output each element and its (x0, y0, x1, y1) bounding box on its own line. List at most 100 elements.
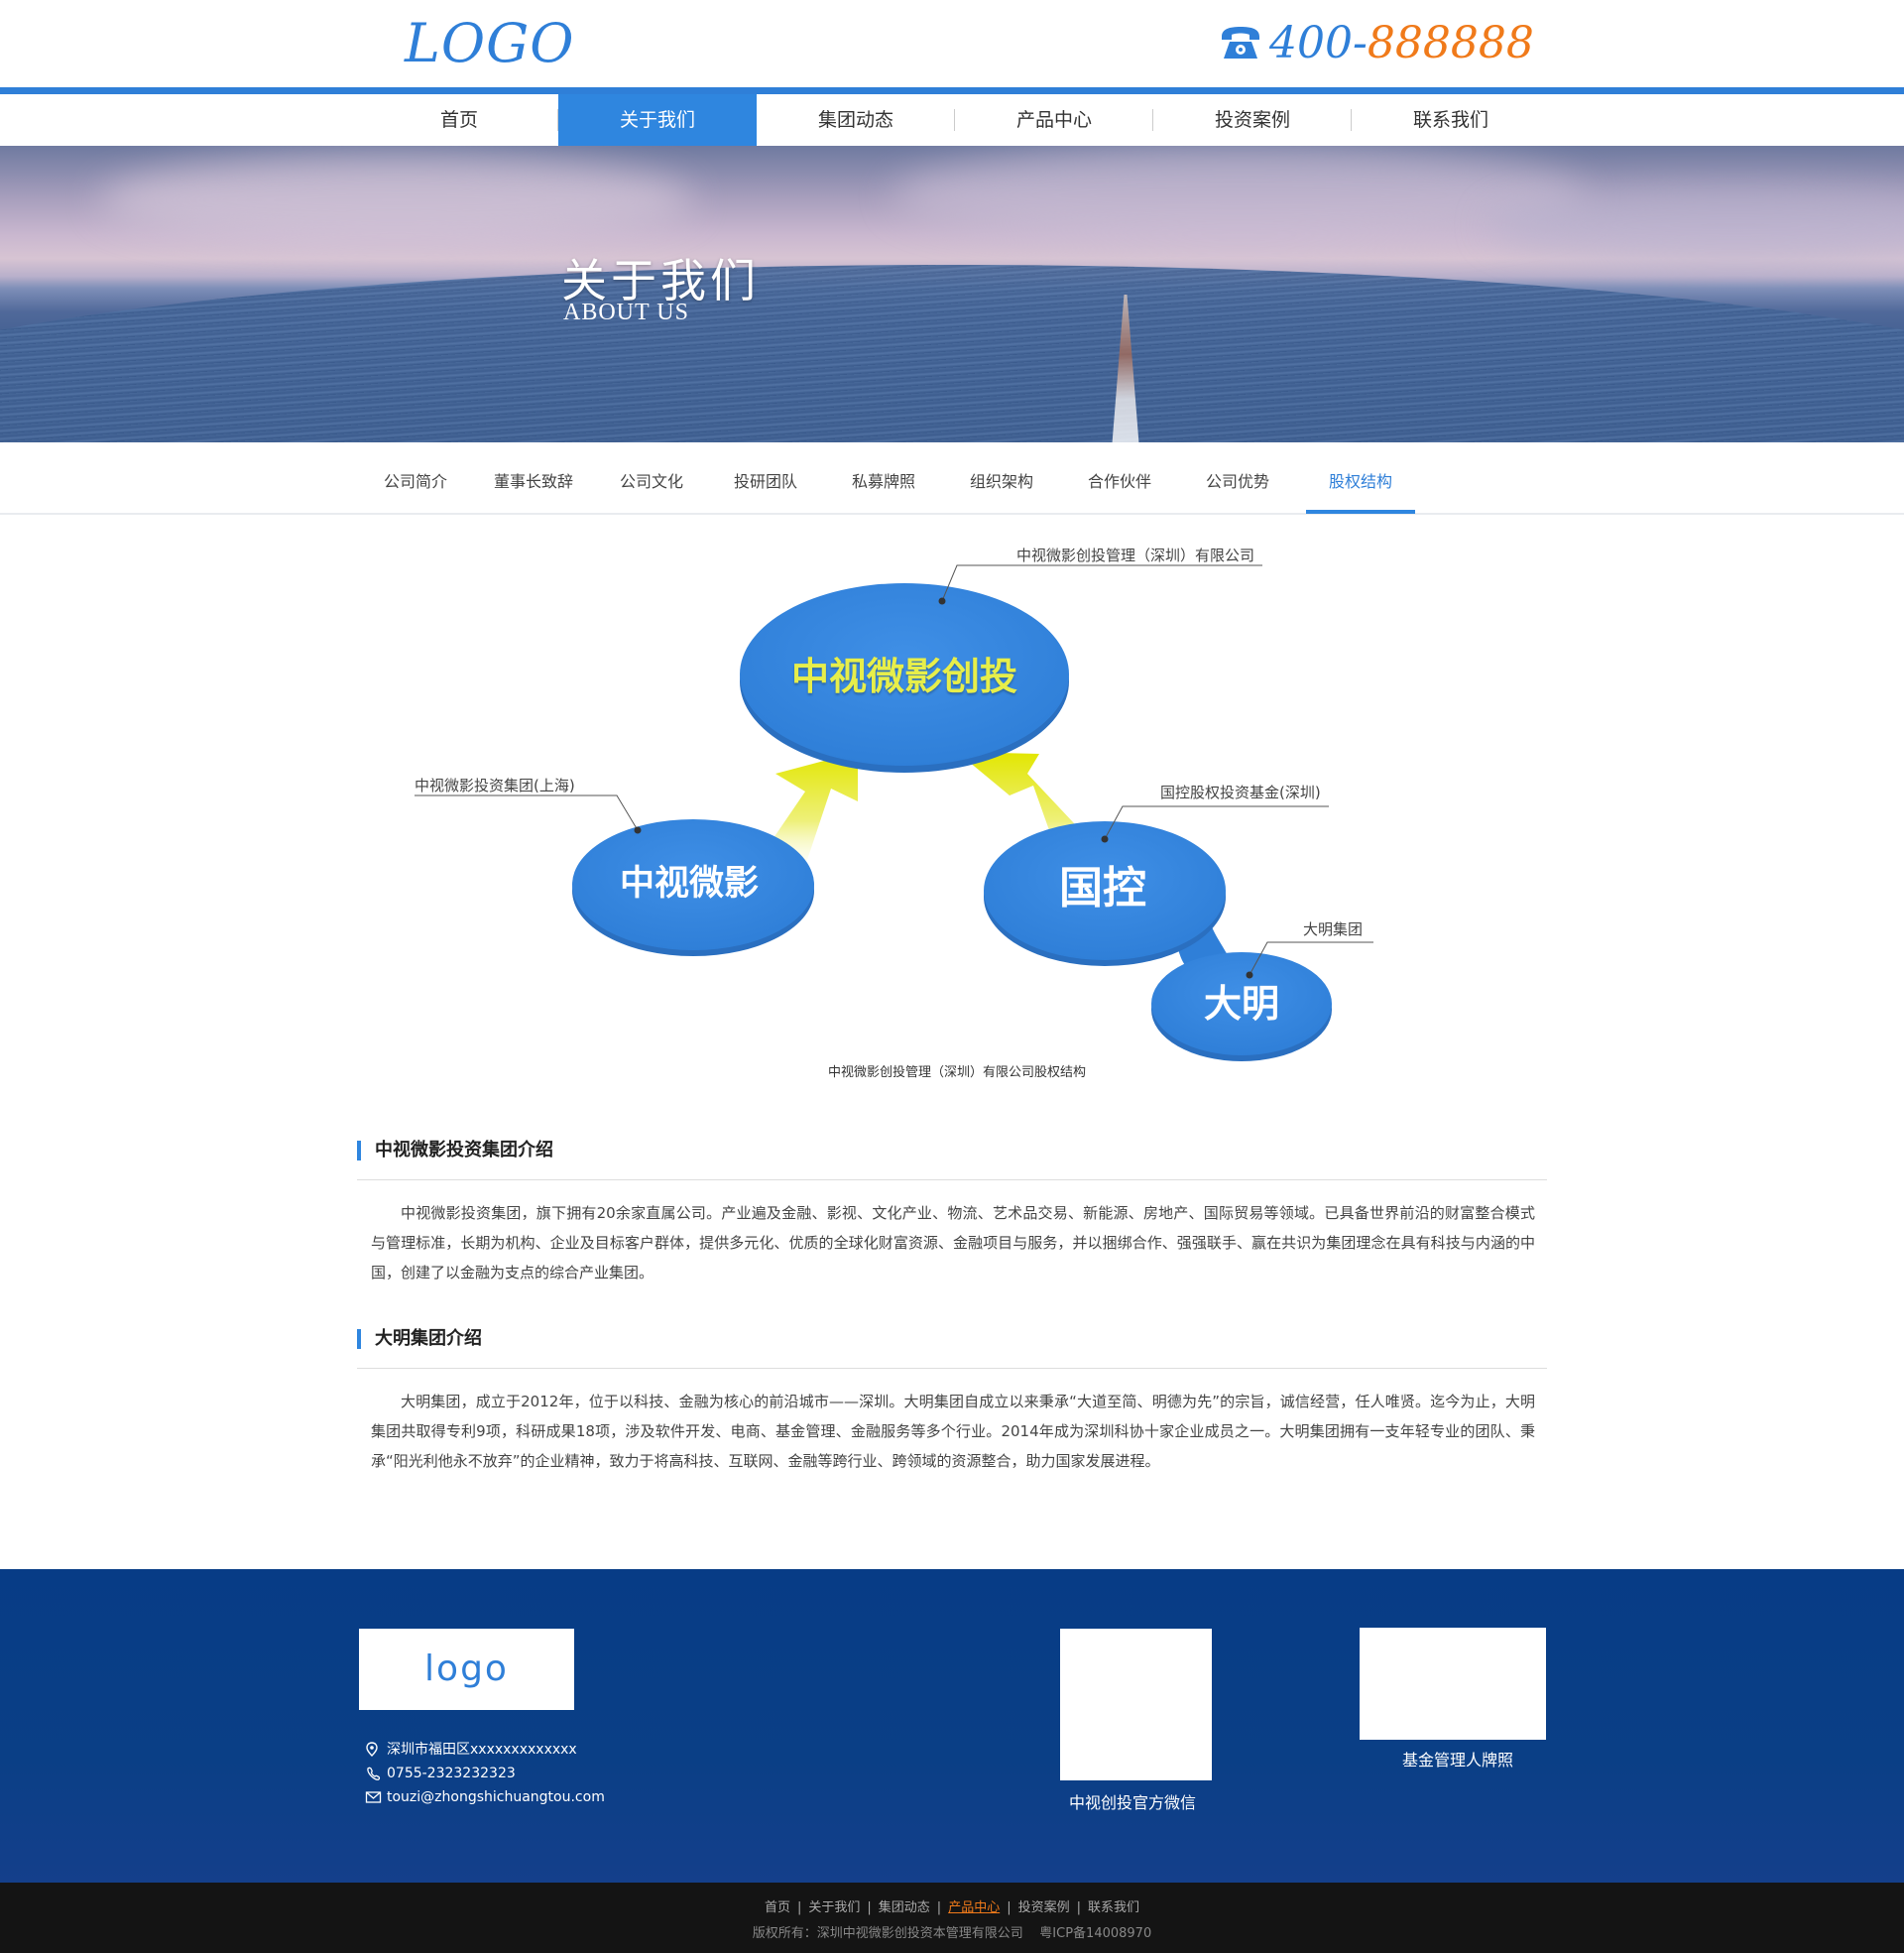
location-pin-icon (366, 1742, 378, 1757)
banner-sea (0, 265, 1904, 442)
nav-label: 产品中心 (1015, 109, 1092, 131)
callout-right-text: 国控股权投资基金(深圳) (1160, 784, 1321, 801)
link-divider: | (796, 1900, 802, 1915)
subnav-label: 股权结构 (1328, 472, 1392, 491)
subnav-item-advantages[interactable]: 公司优势 (1179, 442, 1296, 514)
phone-icon (1222, 27, 1259, 59)
nav-item-products[interactable]: 产品中心 (955, 94, 1153, 146)
subnav-label: 公司简介 (383, 472, 447, 491)
phone-number: 888888 (1367, 18, 1534, 68)
subnav-label: 投研团队 (733, 472, 797, 491)
bottom-link-contact[interactable]: 联系我们 (1088, 1900, 1139, 1915)
footer-email[interactable]: touzi@zhongshichuangtou.com (387, 1785, 605, 1809)
section-title: 中视微影投资集团介绍 (357, 1133, 1547, 1180)
node-bottom-label: 大明 (1204, 982, 1279, 1026)
hotline: 400- 888888 (1218, 14, 1534, 73)
subnav-item-culture[interactable]: 公司文化 (596, 442, 707, 514)
callout-line-left (415, 794, 639, 831)
phone-handset-icon (367, 1767, 381, 1780)
section-heading: 中视微影投资集团介绍 (375, 1140, 553, 1160)
equity-structure-diagram: 中视微影创投 中视微影 国控 大明 中视微影创投管理（深圳）有限公司 中视微影投… (357, 536, 1398, 1081)
callout-top-text: 中视微影创投管理（深圳）有限公司 (1016, 547, 1255, 564)
banner-subtitle: ABOUT US (563, 300, 689, 325)
link-divider: | (867, 1900, 872, 1915)
subnav-label: 合作伙伴 (1087, 472, 1151, 491)
footer-contact-info: 深圳市福田区xxxxxxxxxxxxx 0755-2323232323 touz… (365, 1738, 605, 1809)
footer-address: 深圳市福田区xxxxxxxxxxxxx (387, 1742, 577, 1758)
footer-email-row: touzi@zhongshichuangtou.com (365, 1785, 605, 1809)
subnav-item-equity[interactable]: 股权结构 (1306, 442, 1415, 514)
bottom-link-products[interactable]: 产品中心 (948, 1900, 1000, 1915)
header-divider (0, 87, 1904, 94)
node-right-label: 国控 (1059, 863, 1146, 914)
main-nav: 首页 关于我们 集团动态 产品中心 投资案例 联系我们 (360, 94, 1550, 146)
hero-banner: 关于我们 ABOUT US (0, 146, 1904, 442)
footer-logo[interactable]: logo (359, 1629, 574, 1710)
bottom-bar: 首页 | 关于我们 | 集团动态 | 产品中心 | 投资案例 | 联系我们 版权所有：深圳中视微影创… (0, 1883, 1904, 1953)
section-title: 大明集团介绍 (357, 1321, 1547, 1369)
node-left-label: 中视微影 (620, 864, 759, 904)
callout-dot-top (938, 597, 946, 605)
subnav-item-profile[interactable]: 公司简介 (360, 442, 471, 514)
callout-left-text: 中视微影投资集团(上海) (415, 777, 575, 794)
bottom-link-cases[interactable]: 投资案例 (1018, 1900, 1070, 1915)
nav-label: 关于我们 (619, 109, 695, 131)
site-footer: logo 深圳市福田区xxxxxxxxxxxxx 0755-2323232323… (0, 1569, 1904, 1883)
callout-dot-left (634, 826, 642, 834)
subnav-label: 公司优势 (1205, 472, 1269, 491)
banner-cloud (99, 156, 694, 245)
subnav-label: 组织架构 (969, 472, 1033, 491)
section-title-bar (357, 1141, 361, 1160)
section-heading: 大明集团介绍 (375, 1328, 482, 1349)
link-divider: | (1007, 1900, 1012, 1915)
link-divider: | (1076, 1900, 1081, 1915)
subnav-label: 董事长致辞 (493, 472, 573, 491)
subnav-item-org[interactable]: 组织架构 (943, 442, 1060, 514)
diagram-caption: 中视微影创投管理（深圳）有限公司股权结构 (827, 1065, 1086, 1080)
bottom-links: 首页 | 关于我们 | 集团动态 | 产品中心 | 投资案例 | 联系我们 (0, 1896, 1904, 1915)
footer-phone-row: 0755-2323232323 (365, 1762, 605, 1785)
site-header: LOGO 400- 888888 (0, 0, 1904, 87)
fund-license-label: 基金管理人牌照 (1401, 1751, 1513, 1770)
nav-item-contact[interactable]: 联系我们 (1352, 94, 1550, 146)
wechat-qr-label: 中视创投官方微信 (1068, 1793, 1196, 1812)
mail-icon (365, 1791, 382, 1803)
wechat-qr-code (1060, 1629, 1212, 1780)
callout-dot-right (1101, 835, 1109, 843)
subnav-item-research[interactable]: 投研团队 (707, 442, 824, 514)
nav-label: 联系我们 (1412, 109, 1488, 131)
subnav-label: 私募牌照 (851, 472, 915, 491)
bottom-link-home[interactable]: 首页 (765, 1900, 790, 1915)
nav-item-home[interactable]: 首页 (360, 94, 558, 146)
callout-bottom-text: 大明集团 (1303, 920, 1364, 938)
nav-item-cases[interactable]: 投资案例 (1153, 94, 1352, 146)
link-divider: | (936, 1900, 942, 1915)
about-subnav: 公司简介 董事长致辞 公司文化 投研团队 私募牌照 组织架构 合作伙伴 公司优势… (360, 442, 1415, 514)
subnav-label: 公司文化 (619, 472, 683, 491)
subnav-item-chairman[interactable]: 董事长致辞 (471, 442, 596, 514)
subnav-item-license[interactable]: 私募牌照 (824, 442, 943, 514)
footer-phone: 0755-2323232323 (387, 1766, 516, 1781)
bottom-link-about[interactable]: 关于我们 (808, 1900, 860, 1915)
nav-item-news[interactable]: 集团动态 (757, 94, 955, 146)
section-daming: 大明集团介绍 大明集团，成立于2012年，位于以科技、金融为核心的前沿城市——深… (357, 1321, 1547, 1476)
callout-line-top (941, 564, 1262, 602)
callout-dot-bottom (1246, 971, 1253, 979)
section-body: 中视微影投资集团，旗下拥有20余家直属公司。产业遍及金融、影视、文化产业、物流、… (371, 1204, 1535, 1282)
nav-item-about[interactable]: 关于我们 (558, 94, 757, 146)
node-top-label: 中视微影创投 (791, 655, 1017, 698)
nav-label: 集团动态 (817, 109, 893, 131)
site-logo[interactable]: LOGO (405, 12, 575, 75)
bottom-link-news[interactable]: 集团动态 (879, 1900, 930, 1915)
subnav-item-partners[interactable]: 合作伙伴 (1060, 442, 1179, 514)
fund-license-image (1360, 1628, 1546, 1740)
banner-cloud (892, 146, 1587, 245)
nav-label: 首页 (439, 109, 478, 131)
section-zhongshi: 中视微影投资集团介绍 中视微影投资集团，旗下拥有20余家直属公司。产业遍及金融、… (357, 1133, 1547, 1287)
phone-prefix: 400- (1269, 18, 1368, 68)
nav-label: 投资案例 (1214, 109, 1290, 131)
footer-address-row: 深圳市福田区xxxxxxxxxxxxx (365, 1738, 605, 1762)
copyright: 版权所有：深圳中视微影创投资本管理有限公司 粤ICP备14008970 (752, 1926, 1152, 1941)
section-body: 大明集团，成立于2012年，位于以科技、金融为核心的前沿城市——深圳。大明集团自… (371, 1393, 1535, 1470)
section-title-bar (357, 1329, 361, 1349)
